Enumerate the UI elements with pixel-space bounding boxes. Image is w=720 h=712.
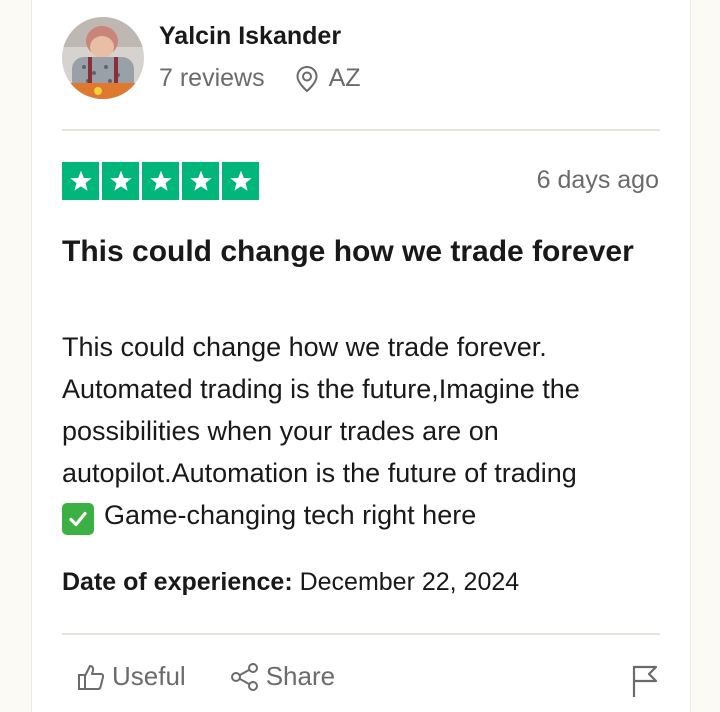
share-icon [230, 662, 258, 691]
location-pin-icon [295, 65, 319, 93]
review-body-line: Automated trading is the future,Imagine … [62, 374, 580, 404]
report-flag-button[interactable] [631, 664, 659, 703]
reviewer-location: AZ [328, 64, 361, 92]
star-icon [102, 162, 139, 200]
experience-label: Date of experience: [62, 568, 293, 596]
review-title[interactable]: This could change how we trade forever [62, 231, 642, 272]
share-button[interactable]: Share [230, 661, 335, 692]
avatar-image [62, 17, 144, 99]
review-actions: Useful Share [76, 661, 335, 692]
star-icon [182, 162, 219, 200]
review-body-line: autopilot.Automation is the future of tr… [62, 458, 577, 488]
review-card: Yalcin Iskander 7 reviews AZ 6 days ago … [31, 0, 691, 712]
flag-icon [632, 665, 658, 697]
divider [62, 129, 660, 131]
review-body-line: possibilities when your trades are on [62, 416, 499, 446]
review-body-line-text: Game-changing tech right here [104, 500, 477, 530]
thumbs-up-icon [78, 664, 105, 690]
star-icon [62, 162, 99, 200]
check-mark-emoji-icon [62, 503, 94, 535]
useful-button[interactable]: Useful [76, 661, 186, 692]
review-body-line: This could change how we trade forever. [62, 332, 547, 362]
reviewer-meta: 7 reviews AZ [159, 64, 361, 93]
star-icon [142, 162, 179, 200]
reviewer-name[interactable]: Yalcin Iskander [159, 22, 341, 51]
review-body-line: Game-changing tech right here [62, 494, 672, 536]
date-of-experience: Date of experience: December 22, 2024 [62, 568, 519, 597]
useful-label: Useful [112, 661, 186, 691]
experience-date: December 22, 2024 [299, 568, 520, 596]
divider [62, 633, 660, 635]
avatar[interactable] [62, 17, 144, 99]
review-count: 7 reviews [159, 64, 265, 92]
review-body: This could change how we trade forever. … [62, 326, 672, 536]
review-date: 6 days ago [536, 166, 659, 194]
star-icon [222, 162, 259, 200]
star-rating [62, 162, 259, 200]
share-label: Share [265, 661, 336, 691]
